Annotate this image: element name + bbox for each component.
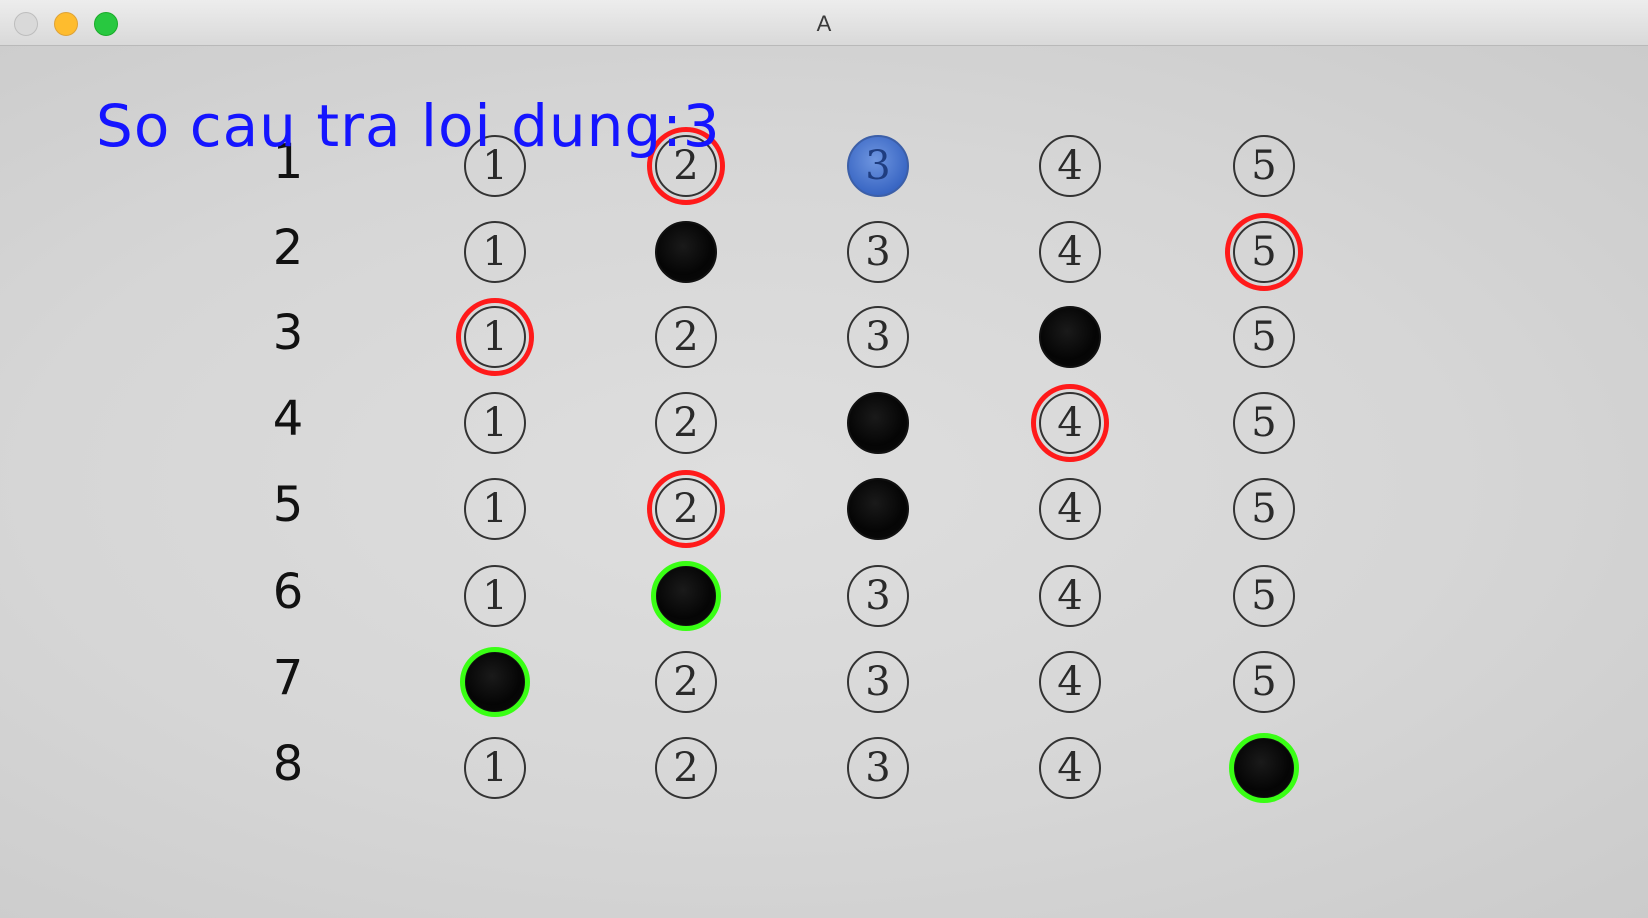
correct-answer-ring	[651, 561, 721, 631]
filled-answer-bubble: 2	[655, 221, 717, 283]
answer-bubble: 5	[1233, 135, 1295, 197]
answer-bubble: 5	[1233, 651, 1295, 713]
answer-bubble: 5	[1233, 478, 1295, 540]
answer-bubble: 4	[1039, 135, 1101, 197]
filled-answer-bubble: 3	[847, 392, 909, 454]
question-number: 8	[272, 736, 304, 792]
answer-bubble: 1	[464, 737, 526, 799]
image-view: So cau tra loi dung:3 1 1 2 3 4 5 2 1 2 3 4 5 3 1 2 3 4 5…	[0, 46, 1648, 918]
answer-bubble: 5	[1233, 306, 1295, 368]
filled-answer-bubble: 3	[847, 478, 909, 540]
answer-bubble: 4	[1039, 737, 1101, 799]
answer-bubble: 4	[1039, 651, 1101, 713]
answer-bubble: 3	[847, 306, 909, 368]
question-number: 2	[272, 220, 304, 276]
correct-answer-ring	[1229, 733, 1299, 803]
question-number: 6	[272, 564, 304, 620]
answer-bubble: 2	[655, 651, 717, 713]
answer-bubble: 2	[655, 737, 717, 799]
score-text: So cau tra loi dung:3	[96, 92, 721, 160]
expected-answer-ring	[456, 298, 534, 376]
answer-bubble: 1	[464, 478, 526, 540]
answer-bubble: 1	[464, 565, 526, 627]
filled-answer-bubble: 4	[1039, 306, 1101, 368]
expected-answer-ring	[1031, 384, 1109, 462]
answer-bubble: 4	[1039, 478, 1101, 540]
question-number: 3	[272, 305, 304, 361]
answer-bubble: 3	[847, 565, 909, 627]
question-number: 5	[272, 477, 304, 533]
correct-answer-ring	[460, 647, 530, 717]
answer-bubble: 5	[1233, 392, 1295, 454]
answer-bubble: 3	[847, 221, 909, 283]
answer-bubble: 4	[1039, 221, 1101, 283]
title-bar[interactable]: A	[0, 0, 1648, 46]
answer-sheet: So cau tra loi dung:3 1 1 2 3 4 5 2 1 2 3 4 5 3 1 2 3 4 5…	[0, 46, 1648, 918]
app-window: A So cau tra loi dung:3 1 1 2 3 4 5 2 1 2 3 4 5 3 1 2 3…	[0, 0, 1648, 918]
answer-bubble: 2	[655, 306, 717, 368]
question-number: 4	[272, 391, 304, 447]
answer-bubble: 1	[464, 221, 526, 283]
expected-answer-ring	[1225, 213, 1303, 291]
question-number: 7	[272, 650, 304, 706]
answer-bubble: 5	[1233, 565, 1295, 627]
filled-answer-bubble: 3	[847, 135, 909, 197]
window-title: A	[816, 11, 832, 36]
answer-bubble: 3	[847, 651, 909, 713]
answer-bubble: 3	[847, 737, 909, 799]
expected-answer-ring	[647, 470, 725, 548]
answer-bubble: 1	[464, 392, 526, 454]
answer-bubble: 2	[655, 392, 717, 454]
answer-bubble: 4	[1039, 565, 1101, 627]
